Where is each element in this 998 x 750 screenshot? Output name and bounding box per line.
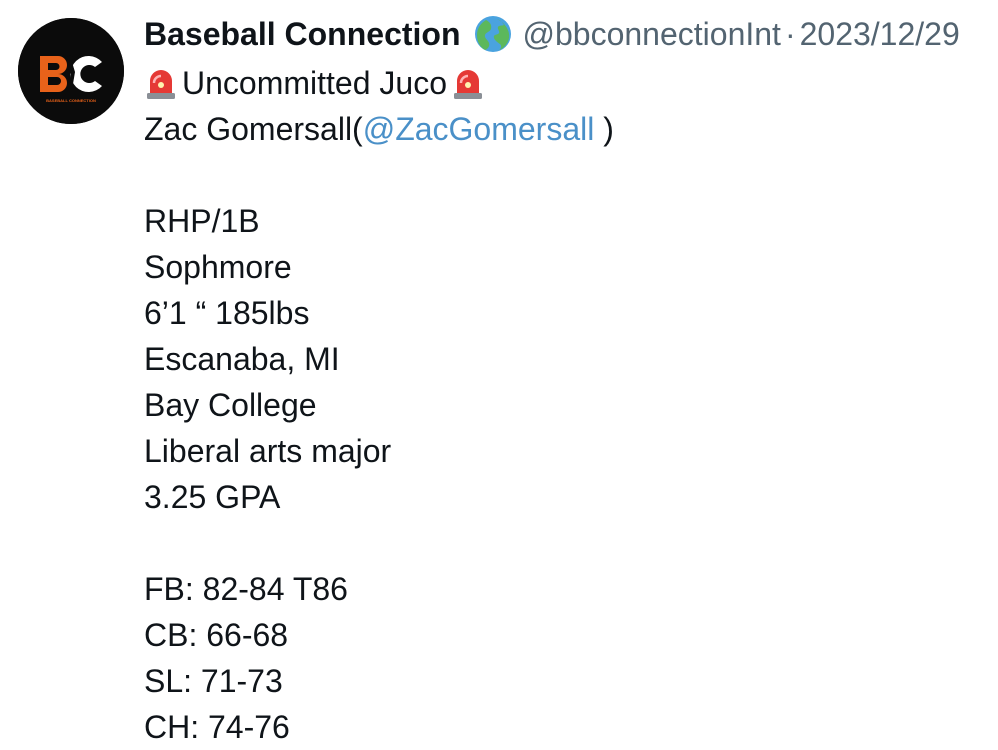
- profile-line: 6’1 “ 185lbs: [144, 295, 310, 331]
- display-name[interactable]: Baseball Connection: [144, 16, 461, 53]
- pitch-line: CH: 74-76: [144, 709, 290, 745]
- tweet-header: Baseball Connection @bbconnectionInt · 2…: [144, 12, 960, 56]
- header-separator: ·: [784, 15, 796, 52]
- profile-line: Sophmore: [144, 249, 292, 285]
- baseball-connection-logo: BASEBALL CONNECTION: [18, 18, 124, 124]
- mention-link[interactable]: @ZacGomersall: [363, 106, 595, 152]
- siren-icon: [451, 65, 485, 101]
- profile-line: Escanaba, MI: [144, 341, 340, 377]
- profile-line: 3.25 GPA: [144, 479, 281, 515]
- pitch-line: FB: 82-84 T86: [144, 571, 348, 607]
- avatar[interactable]: BASEBALL CONNECTION: [18, 18, 124, 124]
- player-name-line: Zac Gomersall( @ZacGomersall ): [144, 106, 994, 152]
- profile-line: Liberal arts major: [144, 433, 392, 469]
- pitch-line: CB: 66-68: [144, 617, 289, 653]
- tweet-text: Uncommitted Juco Zac Gomersall( @ZacGome…: [144, 60, 994, 750]
- avatar-logo-subtext: BASEBALL CONNECTION: [46, 98, 96, 103]
- user-handle[interactable]: @bbconnectionInt: [523, 16, 781, 53]
- tweet-date[interactable]: 2023/12/29: [800, 16, 960, 53]
- pitch-line: SL: 71-73: [144, 663, 283, 699]
- headline-line: Uncommitted Juco: [144, 60, 994, 106]
- profile-line: RHP/1B: [144, 203, 260, 239]
- globe-europe-africa-icon: [473, 14, 513, 54]
- profile-line: Bay College: [144, 387, 317, 423]
- siren-icon: [144, 65, 178, 101]
- headline-text: Uncommitted Juco: [182, 65, 447, 101]
- player-name-prefix: Zac Gomersall(: [144, 111, 363, 147]
- player-name-suffix: ): [594, 111, 614, 147]
